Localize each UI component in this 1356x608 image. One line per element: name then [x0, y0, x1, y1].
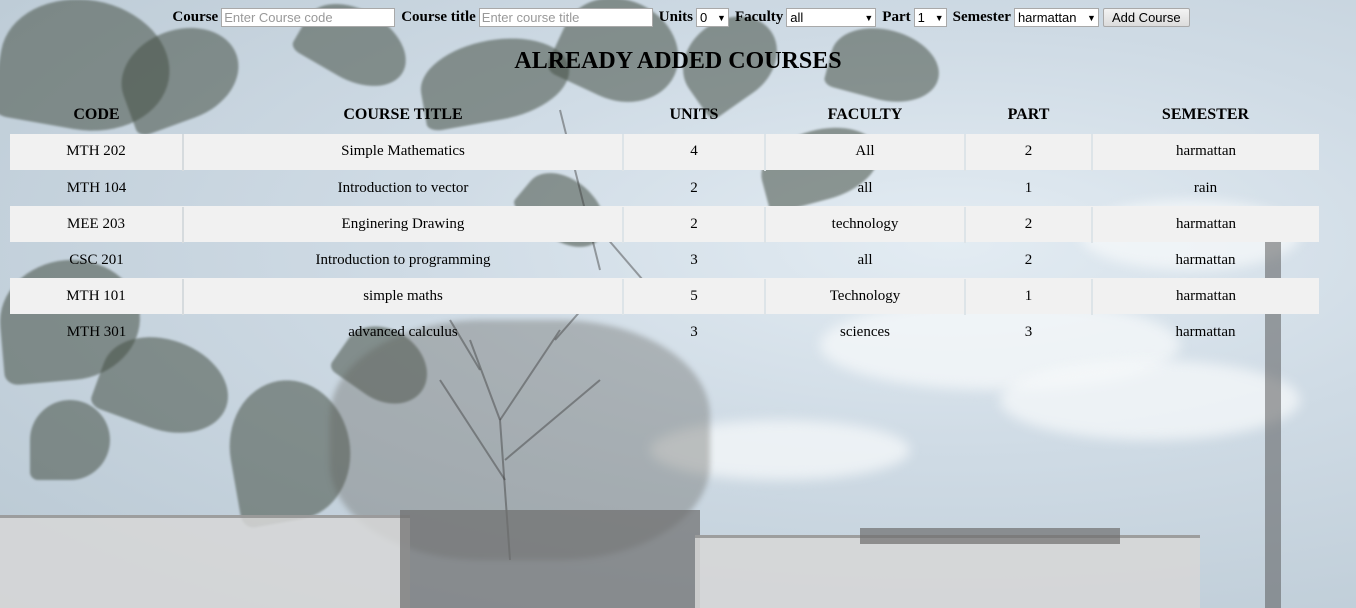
units-select[interactable]: 0 ▼: [695, 8, 729, 27]
cell-units: 2: [690, 179, 698, 196]
semester-select[interactable]: harmattan ▼: [1013, 8, 1099, 27]
cell-part: 1: [965, 278, 1093, 314]
faculty-select-value: all: [790, 10, 804, 25]
cell-units: 3: [690, 323, 698, 340]
cell-semester: harmattan: [1092, 278, 1319, 314]
part-select-value: 1: [917, 10, 925, 25]
add-course-button[interactable]: Add Course: [1102, 8, 1190, 27]
page-title: ALREADY ADDED COURSES: [514, 48, 842, 74]
cell-units: 4: [623, 134, 766, 170]
course-code-input[interactable]: [221, 8, 396, 27]
cell-faculty: All: [765, 134, 966, 170]
cell-code: CSC 201: [69, 251, 124, 268]
cell-course-title: Introduction to vector: [337, 179, 469, 196]
cell-course-title: advanced calculus: [348, 323, 458, 340]
part-label: Part: [882, 9, 911, 25]
cell-semester: harmattan: [1175, 323, 1236, 340]
cell-part: 3: [1024, 323, 1033, 340]
cell-semester: harmattan: [1092, 134, 1319, 170]
table-header-row: CODE COURSE TITLE UNITS FACULTY PART SEM…: [10, 96, 1319, 134]
cell-units: 5: [623, 278, 766, 314]
cell-faculty: all: [857, 179, 873, 196]
table-row: MEE 203 Enginering Drawing 2 technology …: [10, 206, 1319, 242]
cell-code: MTH 101: [10, 278, 184, 314]
semester-label: Semester: [952, 9, 1011, 25]
dropdown-arrow-icon: ▼: [864, 12, 874, 23]
units-select-value: 0: [699, 10, 708, 25]
cell-part: 2: [965, 206, 1093, 242]
faculty-label: Faculty: [734, 9, 784, 25]
cell-units: 2: [623, 206, 766, 242]
column-header-faculty: FACULTY: [827, 106, 903, 123]
cell-course-title: Introduction to programming: [315, 251, 491, 268]
semester-select-value: harmattan: [1017, 10, 1077, 25]
course-title-label: Course title: [401, 9, 476, 25]
cell-semester: harmattan: [1092, 206, 1319, 242]
dropdown-arrow-icon: ▼: [1087, 12, 1096, 23]
dropdown-arrow-icon: ▼: [934, 12, 944, 23]
table-row: MTH 202 Simple Mathematics 4 All 2 harma…: [10, 134, 1319, 170]
cell-course-title: simple maths: [183, 278, 624, 314]
column-header-code: CODE: [73, 106, 120, 123]
part-select[interactable]: 1 ▼: [913, 8, 947, 27]
cell-faculty: technology: [765, 206, 966, 242]
column-header-course-title: COURSE TITLE: [343, 106, 463, 123]
table-row: MTH 104 Introduction to vector 2 all 1 r…: [10, 170, 1319, 206]
column-header-semester: SEMESTER: [1161, 106, 1250, 123]
faculty-select[interactable]: all ▼: [786, 8, 877, 27]
dropdown-arrow-icon: ▼: [717, 12, 726, 23]
cell-code: MTH 202: [10, 134, 184, 170]
column-header-part: PART: [1007, 106, 1050, 123]
cell-units: 3: [690, 251, 698, 268]
cell-semester: rain: [1193, 179, 1218, 196]
cell-faculty: all: [857, 251, 873, 268]
course-label: Course: [172, 9, 219, 25]
cell-course-title: Enginering Drawing: [183, 206, 624, 242]
cell-part: 2: [1024, 251, 1033, 268]
cell-faculty: Technology: [765, 278, 966, 314]
cell-code: MEE 203: [10, 206, 184, 242]
cell-code: MTH 301: [66, 323, 127, 340]
cell-course-title: Simple Mathematics: [183, 134, 624, 170]
cell-code: MTH 104: [66, 179, 127, 196]
units-label: Units: [658, 9, 693, 25]
cell-semester: harmattan: [1175, 251, 1236, 268]
table-row: CSC 201 Introduction to programming 3 al…: [10, 242, 1319, 278]
cell-faculty: sciences: [840, 323, 890, 340]
table-row: MTH 101 simple maths 5 Technology 1 harm…: [10, 278, 1319, 314]
cell-part: 1: [1024, 179, 1033, 196]
courses-table: CODE COURSE TITLE UNITS FACULTY PART SEM…: [10, 96, 1319, 351]
table-row: MTH 301 advanced calculus 3 sciences 3 h…: [10, 314, 1319, 350]
column-header-units: UNITS: [669, 106, 719, 123]
cell-part: 2: [965, 134, 1093, 170]
course-title-input[interactable]: [478, 8, 653, 27]
add-course-form: Course Course title Units 0 ▼ Faculty al…: [0, 8, 1356, 27]
